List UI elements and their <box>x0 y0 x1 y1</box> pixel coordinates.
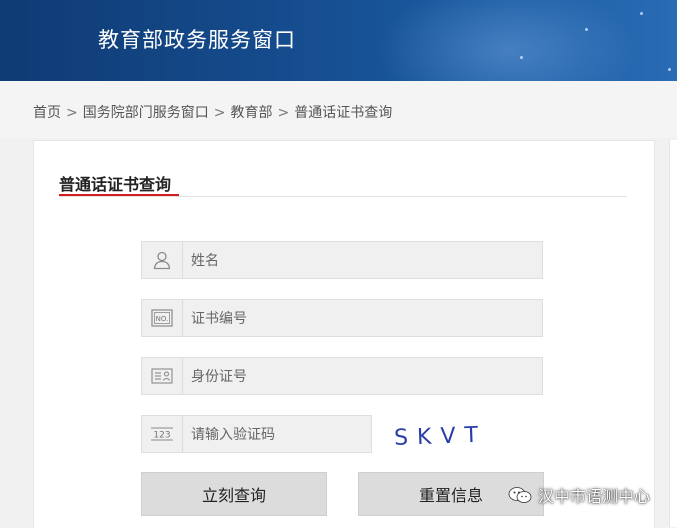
name-input[interactable] <box>183 242 548 280</box>
watermark-text: 汉中市语测中心 <box>538 487 651 506</box>
side-panel-edge <box>669 140 677 527</box>
svg-text:123: 123 <box>153 431 170 441</box>
breadcrumb-item-moe[interactable]: 教育部 <box>230 105 272 121</box>
breadcrumb-separator: > <box>277 105 290 121</box>
certificate-number-field: NO. <box>141 299 548 338</box>
captcha-input[interactable] <box>183 416 373 454</box>
captcha-code: SKVT <box>394 423 488 451</box>
user-icon <box>142 242 183 278</box>
title-divider <box>59 196 627 197</box>
name-field <box>141 241 548 280</box>
query-button[interactable]: 立刻查询 <box>141 472 327 516</box>
certificate-number-input[interactable] <box>183 300 548 338</box>
breadcrumb: 首页 > 国务院部门服务窗口 > 教育部 > 普通话证书查询 <box>33 102 392 122</box>
header-star <box>668 68 671 71</box>
header-star <box>640 12 643 15</box>
id-card-icon <box>142 358 183 394</box>
breadcrumb-separator: > <box>66 105 78 121</box>
id-number-input[interactable] <box>183 358 548 396</box>
breadcrumb-home[interactable]: 首页 <box>33 105 61 121</box>
breadcrumb-separator: > <box>213 105 226 121</box>
svg-text:NO.: NO. <box>156 315 169 323</box>
panel-title: 普通话证书查询 <box>59 175 172 194</box>
header-star <box>585 28 588 31</box>
captcha-image[interactable]: SKVT <box>388 417 508 451</box>
site-header: 教育部政务服务窗口 <box>0 0 677 81</box>
watermark: 汉中市语测中心 <box>508 483 650 507</box>
captcha-icon: 123 <box>142 416 183 452</box>
site-title: 教育部政务服务窗口 <box>98 28 296 52</box>
breadcrumb-item-current: 普通话证书查询 <box>294 105 393 121</box>
wechat-icon <box>508 487 532 503</box>
id-number-field <box>141 357 548 396</box>
certificate-number-icon: NO. <box>142 300 183 336</box>
header-glow <box>377 0 637 81</box>
breadcrumb-item-ministries[interactable]: 国务院部门服务窗口 <box>83 105 209 121</box>
captcha-field: 123 <box>141 415 373 454</box>
header-star <box>520 56 523 59</box>
